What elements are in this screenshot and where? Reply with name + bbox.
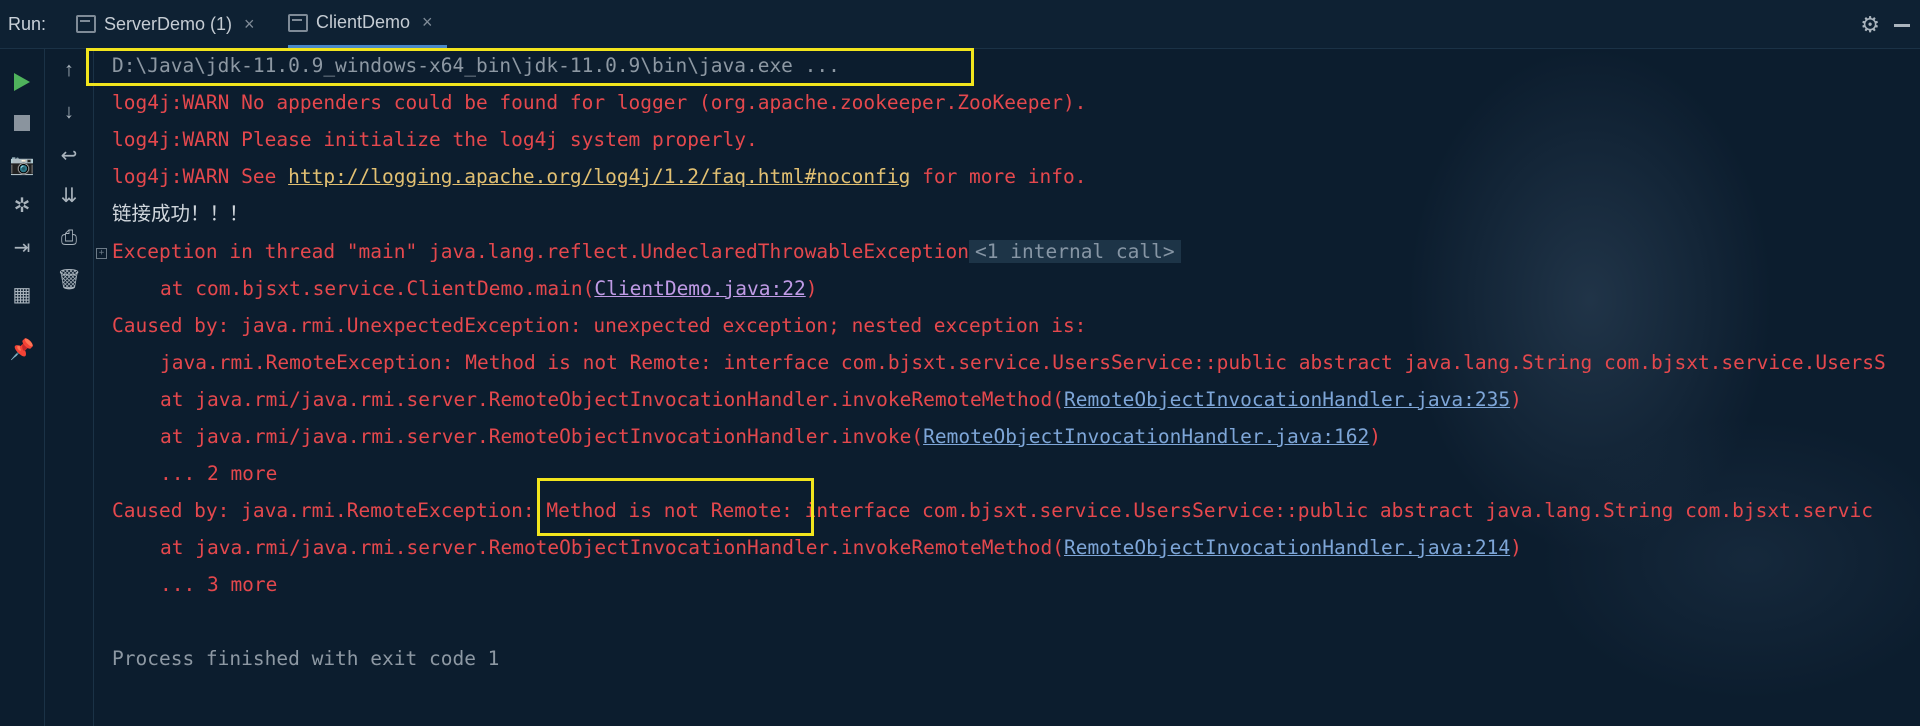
run-toolbar: Run: ServerDemo (1) × ClientDemo × ⚙ bbox=[0, 0, 1920, 49]
source-link[interactable]: RemoteObjectInvocationHandler.java:162 bbox=[923, 425, 1369, 448]
caused-by-line: Caused by: java.rmi.UnexpectedException:… bbox=[112, 314, 1087, 337]
frame-text: ) bbox=[1510, 536, 1522, 559]
remote-exception-line: java.rmi.RemoteException: Method is not … bbox=[160, 351, 1886, 374]
minimize-icon[interactable] bbox=[1894, 24, 1910, 27]
login-icon[interactable]: ⇥ bbox=[10, 236, 34, 260]
log-text: for more info. bbox=[910, 165, 1087, 188]
stop-icon[interactable] bbox=[10, 111, 34, 135]
faq-link[interactable]: http://logging.apache.org/log4j/1.2/faq.… bbox=[288, 165, 910, 188]
exception-text: Exception in thread "main" java.lang.ref… bbox=[112, 240, 970, 263]
soft-wrap-icon[interactable]: ↩ bbox=[57, 144, 81, 168]
debug-bug-icon[interactable]: ✲ bbox=[10, 194, 34, 218]
run-actions-toolbar: 📷 ✲ ⇥ ▦ 📌 bbox=[0, 48, 45, 726]
tab-serverdemo[interactable]: ServerDemo (1) × bbox=[76, 0, 255, 48]
source-link[interactable]: RemoteObjectInvocationHandler.java:214 bbox=[1064, 536, 1510, 559]
tab-clientdemo[interactable]: ClientDemo × bbox=[288, 0, 447, 48]
fold-toggle-icon[interactable]: + bbox=[96, 248, 107, 259]
arrow-down-icon[interactable]: ↓ bbox=[57, 100, 81, 124]
source-link[interactable]: RemoteObjectInvocationHandler.java:235 bbox=[1064, 388, 1510, 411]
console-window-icon bbox=[288, 13, 308, 32]
close-icon[interactable]: × bbox=[422, 12, 433, 33]
tab-label: ClientDemo bbox=[316, 12, 411, 32]
play-icon[interactable] bbox=[10, 70, 34, 94]
internal-call-fold[interactable]: <1 internal call> bbox=[969, 240, 1181, 263]
frame-text: ) bbox=[1510, 388, 1522, 411]
frame-text: at com.bjsxt.service.ClientDemo.main( bbox=[160, 277, 595, 300]
console-output[interactable]: D:\Java\jdk-11.0.9_windows-x64_bin\jdk-1… bbox=[112, 48, 1912, 726]
stack-frame: at java.rmi/java.rmi.server.RemoteObject… bbox=[160, 385, 1522, 415]
exception-line: Exception in thread "main" java.lang.ref… bbox=[112, 237, 1181, 267]
process-exit-line: Process finished with exit code 1 bbox=[112, 647, 500, 670]
arrow-up-icon[interactable]: ↑ bbox=[57, 58, 81, 82]
console-actions-toolbar: ↑ ↓ ↩ ⇊ ⎙ 🗑 bbox=[45, 48, 94, 726]
layout-icon[interactable]: ▦ bbox=[10, 283, 34, 307]
log-warn-line: log4j:WARN No appenders could be found f… bbox=[112, 91, 1087, 114]
gear-icon[interactable]: ⚙ bbox=[1860, 12, 1880, 38]
frame-text: at java.rmi/java.rmi.server.RemoteObject… bbox=[160, 536, 1064, 559]
pin-icon[interactable]: 📌 bbox=[10, 338, 35, 362]
trash-icon[interactable]: 🗑 bbox=[56, 268, 81, 292]
camera-icon[interactable]: 📷 bbox=[10, 153, 35, 177]
log-warn-line: log4j:WARN See http://logging.apache.org… bbox=[112, 162, 1086, 192]
stack-frame: at java.rmi/java.rmi.server.RemoteObject… bbox=[160, 533, 1522, 563]
log-warn-line: log4j:WARN Please initialize the log4j s… bbox=[112, 128, 758, 151]
log-text: log4j:WARN See bbox=[112, 165, 289, 188]
command-line: D:\Java\jdk-11.0.9_windows-x64_bin\jdk-1… bbox=[112, 54, 840, 77]
frame-text: at java.rmi/java.rmi.server.RemoteObject… bbox=[160, 425, 924, 448]
stack-frame: at com.bjsxt.service.ClientDemo.main(Cli… bbox=[160, 274, 817, 304]
scroll-to-end-icon[interactable]: ⇊ bbox=[57, 184, 81, 208]
stack-frame: at java.rmi/java.rmi.server.RemoteObject… bbox=[160, 422, 1381, 452]
print-icon[interactable]: ⎙ bbox=[57, 226, 81, 250]
run-label: Run: bbox=[8, 14, 47, 34]
source-link[interactable]: ClientDemo.java:22 bbox=[594, 277, 805, 300]
console-window-icon bbox=[76, 15, 96, 33]
caused-by-line: Caused by: java.rmi.RemoteException: Met… bbox=[112, 499, 1873, 522]
frame-text: ) bbox=[1369, 425, 1381, 448]
tab-label: ServerDemo (1) bbox=[104, 13, 233, 34]
frame-text: at java.rmi/java.rmi.server.RemoteObject… bbox=[160, 388, 1064, 411]
more-frames-line: ... 2 more bbox=[160, 462, 278, 485]
close-icon[interactable]: × bbox=[244, 14, 255, 35]
success-message: 链接成功！！！ bbox=[112, 202, 249, 225]
more-frames-line: ... 3 more bbox=[160, 573, 278, 596]
frame-text: ) bbox=[805, 277, 818, 300]
